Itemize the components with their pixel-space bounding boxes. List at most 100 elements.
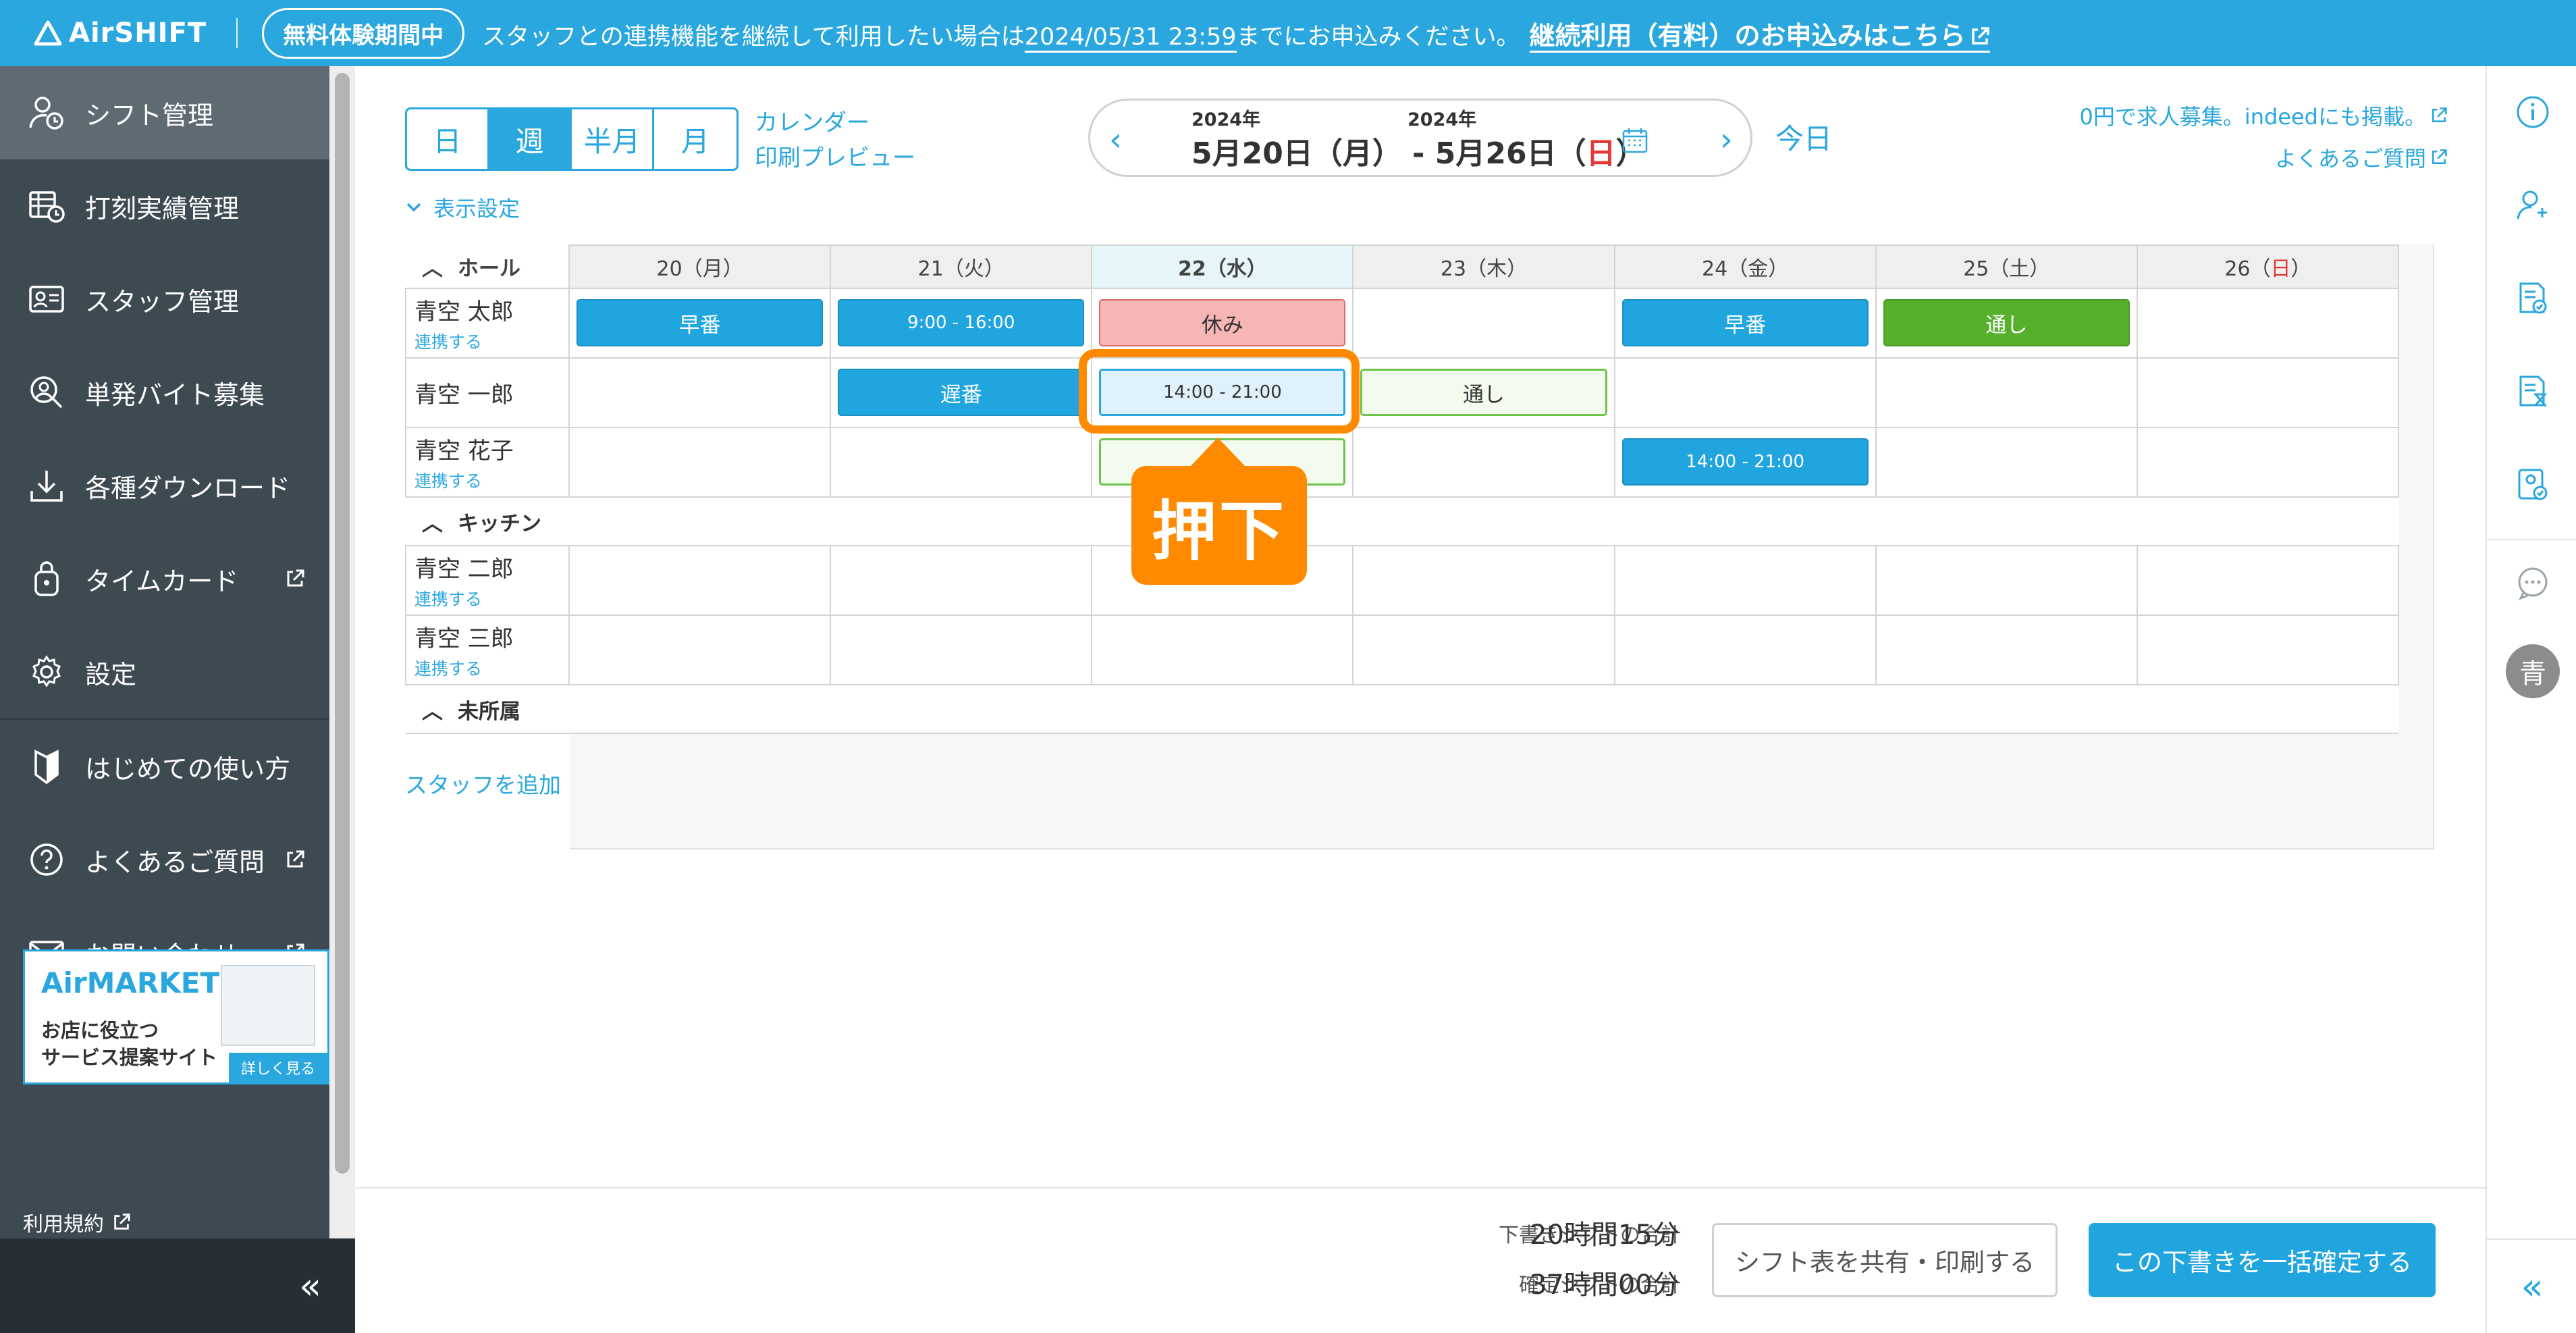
sidebar-scrollbar-thumb[interactable] <box>335 73 350 1174</box>
link-staff-link[interactable]: 連携する <box>414 586 568 610</box>
sidebar-item-staff[interactable]: スタッフ管理 <box>0 253 329 346</box>
external-link-icon <box>287 569 304 587</box>
shift-cell[interactable] <box>2136 427 2400 498</box>
shift-request-icon[interactable] <box>2514 280 2552 317</box>
shift-cell[interactable] <box>568 615 832 685</box>
tab-week[interactable]: 週 <box>489 109 572 169</box>
chevron-up-icon: ︿ <box>422 257 443 281</box>
print-preview-link[interactable]: 印刷プレビュー <box>755 139 915 172</box>
shift-block[interactable]: 遅番 <box>838 369 1085 416</box>
airmarket-banner[interactable]: AirMARKET お店に役立つ サービス提案サイト 詳しく見る <box>23 949 329 1084</box>
link-staff-link[interactable]: 連携する <box>414 329 568 353</box>
shift-cell[interactable] <box>2136 615 2400 685</box>
shift-cell[interactable] <box>1352 288 1615 359</box>
sidebar-collapse-button[interactable]: « <box>0 1238 355 1333</box>
calendar-link[interactable]: カレンダー <box>755 104 869 137</box>
tab-half-month[interactable]: 半月 <box>572 109 654 169</box>
shift-cell[interactable] <box>1875 357 2138 428</box>
shift-cell[interactable] <box>830 615 1093 685</box>
add-staff-link[interactable]: スタッフを追加 <box>405 767 561 800</box>
shift-cell[interactable] <box>1613 545 1877 616</box>
group-header-hall[interactable]: ︿ ホール <box>406 245 570 289</box>
shift-cell[interactable] <box>1091 615 1354 685</box>
shift-cell[interactable] <box>2136 545 2400 616</box>
group-row-kitchen[interactable]: ︿ キッチン <box>406 496 2398 546</box>
shift-cell[interactable] <box>830 545 1093 616</box>
recruit-link[interactable]: 0円で求人募集。indeedにも掲載。 <box>2079 100 2448 131</box>
sidebar-item-faq[interactable]: よくあるご質問 <box>0 813 329 906</box>
prev-week-chevron-icon[interactable]: ‹ <box>1109 121 1122 159</box>
user-avatar[interactable]: 青 <box>2506 644 2560 698</box>
shift-cell[interactable]: 9:00 - 16:00 <box>830 288 1093 359</box>
rightbar-collapse-button[interactable]: « <box>2487 1238 2576 1333</box>
ad-line-2: サービス提案サイト <box>41 1046 218 1069</box>
shift-cell[interactable] <box>1352 545 1615 616</box>
share-print-button[interactable]: シフト表を共有・印刷する <box>1712 1223 2058 1297</box>
ad-more-button[interactable]: 詳しく見る <box>228 1053 327 1082</box>
calendar-icon[interactable] <box>1621 126 1649 157</box>
shift-cell[interactable] <box>1875 615 2138 685</box>
press-callout: 押下 <box>1131 466 1307 585</box>
shift-cell[interactable] <box>568 545 832 616</box>
staff-approval-icon[interactable] <box>2514 466 2552 504</box>
shift-cell[interactable] <box>830 427 1093 498</box>
shift-block[interactable]: 早番 <box>576 299 824 346</box>
sidebar-item-settings[interactable]: 設定 <box>0 625 329 718</box>
today-button[interactable]: 今日 <box>1775 116 1832 157</box>
next-week-chevron-icon[interactable]: › <box>1720 121 1733 159</box>
sidebar-item-clock-record[interactable]: 打刻実績管理 <box>0 159 329 253</box>
faq-link[interactable]: よくあるご質問 <box>2275 142 2448 173</box>
shift-block[interactable]: 9:00 - 16:00 <box>838 299 1085 346</box>
shift-cell[interactable] <box>568 357 832 428</box>
shift-cell[interactable] <box>1875 545 2138 616</box>
shift-cell[interactable] <box>1875 427 2138 498</box>
terms-link[interactable]: 利用規約 <box>23 1207 131 1237</box>
shift-cell[interactable] <box>1352 427 1615 498</box>
group-header-unassigned[interactable]: ︿ 未所属 <box>406 684 2398 734</box>
continue-subscription-link[interactable]: 継続利用（有料）のお申込みはこちら <box>1529 20 1990 53</box>
info-icon[interactable] <box>2514 93 2552 131</box>
shift-block-off[interactable]: 休み <box>1099 299 1346 346</box>
link-staff-link[interactable]: 連携する <box>414 656 568 680</box>
sidebar-item-shift[interactable]: シフト管理 <box>0 66 329 159</box>
staff-name-cell: 青空 花子 連携する <box>404 427 570 498</box>
group-name: キッチン <box>458 511 541 536</box>
shift-cell[interactable] <box>1352 615 1615 685</box>
shift-block[interactable]: 通し <box>1883 299 2130 346</box>
add-user-icon[interactable] <box>2514 186 2552 224</box>
display-settings-label: 表示設定 <box>433 196 520 221</box>
shift-cell[interactable] <box>568 427 832 498</box>
shift-cell[interactable] <box>1613 357 1877 428</box>
shift-cell[interactable]: 通し <box>1352 357 1615 428</box>
sidebar-item-download[interactable]: 各種ダウンロード <box>0 439 329 532</box>
confirm-all-button[interactable]: この下書きを一括確定する <box>2089 1223 2436 1297</box>
clock-record-icon <box>27 186 66 226</box>
shift-block[interactable]: 14:00 - 21:00 <box>1621 438 1869 486</box>
shift-cell[interactable]: 休み <box>1091 288 1354 359</box>
date-range-label: 5月20日（月） - 5月26日（日） <box>1191 129 1646 172</box>
shift-block[interactable]: 早番 <box>1621 299 1869 346</box>
sidebar-item-timecard[interactable]: タイムカード <box>0 532 329 625</box>
chat-icon[interactable] <box>2514 565 2552 602</box>
airshift-logo[interactable]: AirSHIFT <box>34 18 207 49</box>
shift-cell[interactable]: 14:00 - 21:00 <box>1613 427 1877 498</box>
shift-cell[interactable]: 早番 <box>568 288 832 359</box>
shift-block-draft[interactable]: 通し <box>1360 369 1607 416</box>
tab-month[interactable]: 月 <box>654 109 736 169</box>
group-header-kitchen[interactable]: ︿ キッチン <box>406 496 2398 546</box>
shift-cell[interactable] <box>2136 288 2400 359</box>
shift-cell[interactable]: 早番 <box>1613 288 1877 359</box>
display-settings-toggle[interactable]: 表示設定 <box>405 192 520 223</box>
shift-pending-icon[interactable] <box>2514 373 2552 411</box>
sidebar-item-label: 各種ダウンロード <box>85 473 291 503</box>
shift-cell[interactable] <box>1613 615 1877 685</box>
sidebar-item-gig-recruit[interactable]: 単発バイト募集 <box>0 346 329 439</box>
shift-cell[interactable] <box>2136 357 2400 428</box>
link-staff-link[interactable]: 連携する <box>414 468 568 492</box>
sidebar-item-getting-started[interactable]: はじめての使い方 <box>0 720 329 813</box>
staff-name: 青空 太郎 <box>414 298 514 325</box>
shift-cell[interactable]: 遅番 <box>830 357 1093 428</box>
group-row-unassigned[interactable]: ︿ 未所属 <box>406 684 2398 734</box>
tab-day[interactable]: 日 <box>407 109 489 169</box>
shift-cell[interactable]: 通し <box>1875 288 2138 359</box>
